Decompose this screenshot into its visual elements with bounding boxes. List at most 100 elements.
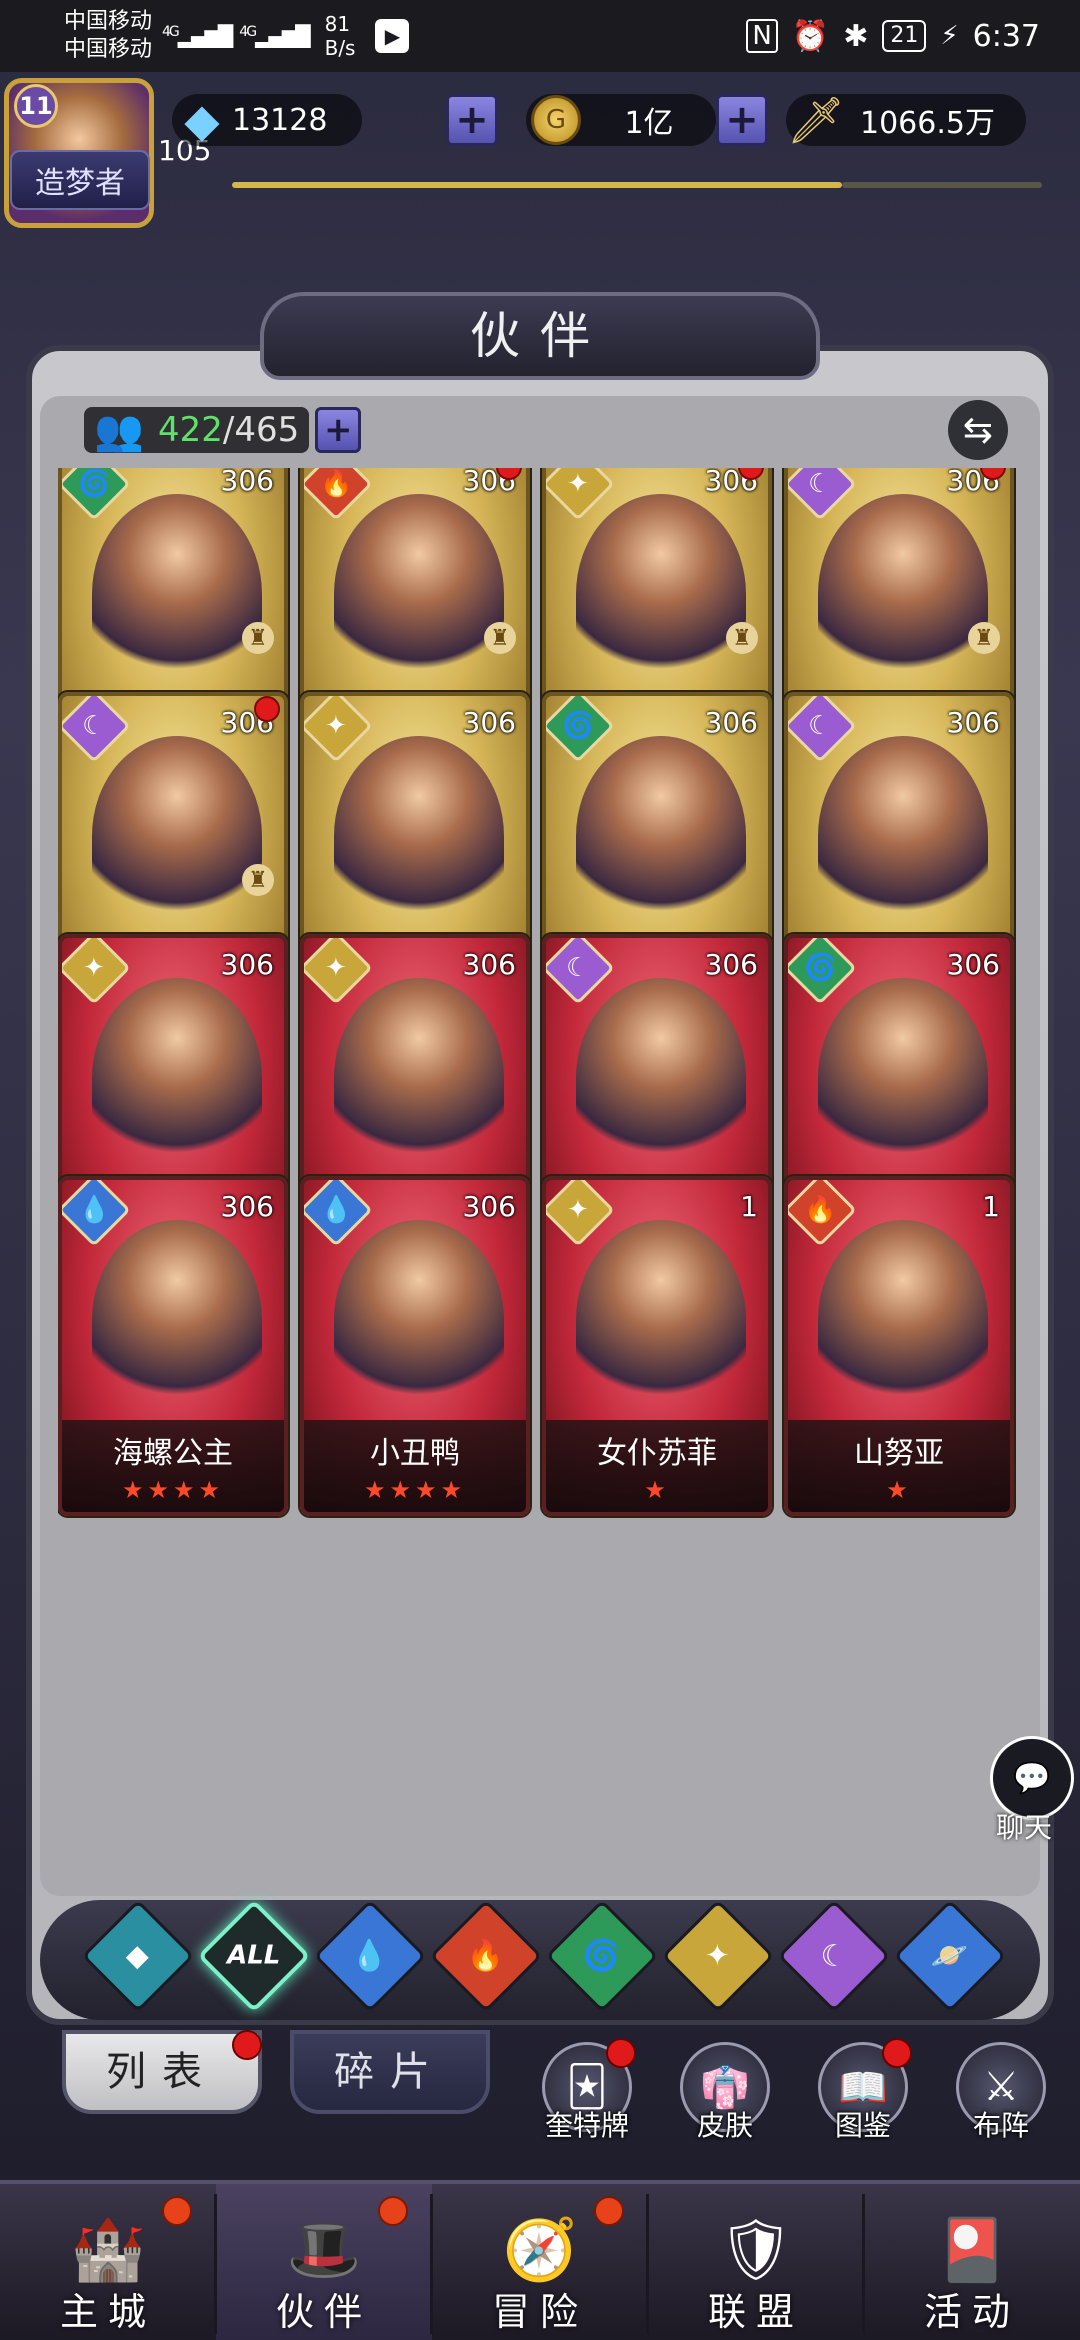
nav-tab[interactable]: 🧭 冒险 xyxy=(432,2184,648,2340)
formation-rook-icon: ♜ xyxy=(242,622,274,654)
quick-action-button[interactable]: ⚔ 布阵 xyxy=(946,2042,1056,2152)
exp-bar-fill xyxy=(232,182,842,188)
diamond-count: 13128 xyxy=(232,102,328,138)
fire-icon: 🔥 xyxy=(304,468,373,521)
expand-capacity-button[interactable]: + xyxy=(315,407,362,453)
filter-water-icon[interactable]: 💧 xyxy=(313,1899,427,2013)
wind-icon: 🌀 xyxy=(62,468,131,521)
filter-moon-icon[interactable]: ☾ xyxy=(777,1899,891,2013)
light-icon: ✦ xyxy=(705,1938,731,1974)
filter-light-icon[interactable]: ✦ xyxy=(661,1899,775,2013)
hero-level: 306 xyxy=(462,948,516,981)
net-speed: 81 B/s xyxy=(325,12,356,60)
bluetooth-icon: ✱ xyxy=(843,18,869,54)
notify-dot xyxy=(882,2038,912,2068)
hero-portrait xyxy=(334,1220,504,1420)
nfc-icon: N xyxy=(746,19,778,53)
quick-action-label: 奎特牌 xyxy=(544,2109,629,2142)
chat-label[interactable]: 聊天 xyxy=(996,1806,1052,1846)
diamond-icon: ◆ xyxy=(184,93,220,147)
nav-label: 冒险 xyxy=(491,2290,588,2334)
partners-icon: 👥 xyxy=(94,407,144,454)
hero-portrait xyxy=(818,736,988,936)
filter-planet-icon[interactable]: 🪐 xyxy=(893,1899,1007,2013)
nav-label: 活动 xyxy=(923,2290,1020,2334)
filter-all-label: ALL xyxy=(227,1940,281,1971)
notify-dot xyxy=(606,2038,636,2068)
diamond-resource: 13128 ◆ xyxy=(172,90,362,150)
light-icon: ✦ xyxy=(62,938,131,1005)
carrier-1: 中国移动 xyxy=(64,9,153,34)
filter-shield-icon[interactable]: ◆ xyxy=(81,1899,195,2013)
battery-icon: 21 xyxy=(882,20,927,52)
hero-level: 306 xyxy=(946,948,1000,981)
hero-card[interactable]: ✦ 1 女仆苏菲 ★ xyxy=(542,1176,772,1516)
hero-level: 306 xyxy=(946,706,1000,739)
hero-card[interactable]: 💧 306 小丑鸭 ★★★★ xyxy=(300,1176,530,1516)
element-filter-bar: ◆ ALL 💧 🔥 🌀 ✦ ☾ 🪐 xyxy=(40,1899,1040,2020)
hero-card[interactable]: 🔥 1 山努亚 ★ xyxy=(784,1176,1014,1516)
nav-tab[interactable]: 🎩 伙伴 xyxy=(216,2184,432,2340)
hero-level: 1 xyxy=(740,1190,758,1223)
nav-tab[interactable]: 🏰 主城 xyxy=(0,2184,216,2340)
video-app-icon: ▶ xyxy=(375,19,410,53)
hero-level: 1 xyxy=(982,1190,1000,1223)
light-icon: ✦ xyxy=(304,696,373,763)
status-right: N ⏰ ✱ 21 ⚡ 6:37 xyxy=(746,19,1040,54)
hero-card[interactable]: 💧 306 海螺公主 ★★★★ xyxy=(58,1176,288,1516)
nav-tab[interactable]: 🎴 活动 xyxy=(864,2184,1080,2340)
exp-bar-track xyxy=(842,182,1042,188)
hero-name: 山努亚 xyxy=(854,1436,944,1471)
top-bar: 11 105 13128 ◆ + 1亿 G + 1066.5万 🗡 xyxy=(0,72,1080,228)
hero-stars: ★ xyxy=(644,1476,670,1504)
hero-level: 306 xyxy=(220,468,274,497)
nav-label: 主城 xyxy=(59,2290,156,2334)
alarm-icon: ⏰ xyxy=(791,18,830,54)
carrier-block: 中国移动 中国移动 xyxy=(64,8,154,64)
add-gold-button[interactable]: + xyxy=(716,94,768,146)
formation-rook-icon: ♜ xyxy=(968,622,1000,654)
hero-level: 306 xyxy=(704,948,758,981)
gold-coin-icon: G xyxy=(526,92,586,148)
hero-namebar: 海螺公主 ★★★★ xyxy=(62,1420,284,1512)
status-bar: 中国移动 中国移动 4G▂▄▆█ 4G▂▄▆█ 81 B/s ▶ N ⏰ ✱ 2… xyxy=(0,0,1080,72)
partner-count: 422/465 👥 + xyxy=(84,402,362,458)
moon-icon: ☾ xyxy=(62,696,131,763)
hero-name: 海螺公主 xyxy=(113,1436,233,1471)
signal-icon-1: 4G▂▄▆█ xyxy=(162,24,233,48)
hero-name: 小丑鸭 xyxy=(370,1436,460,1471)
owned-count: 422 xyxy=(158,410,223,450)
moon-icon: ☾ xyxy=(820,1938,848,1974)
hero-level: 306 xyxy=(462,1190,516,1223)
hero-portrait xyxy=(818,978,988,1178)
hero-namebar: 小丑鸭 ★★★★ xyxy=(304,1420,526,1512)
player-title-badge[interactable]: 造梦者 xyxy=(10,150,150,210)
nav-tab[interactable]: 🛡 联盟 xyxy=(648,2184,864,2340)
moon-icon: ☾ xyxy=(546,938,615,1005)
filter-wind-icon[interactable]: 🌀 xyxy=(545,1899,659,2013)
sort-swap-button[interactable]: ⇆ xyxy=(948,400,1008,460)
shield-icon: ◆ xyxy=(126,1938,150,1974)
hero-portrait xyxy=(92,736,262,936)
tab-fragments[interactable]: 碎片 xyxy=(290,2030,490,2114)
player-level-badge: 11 xyxy=(14,84,58,128)
hero-portrait xyxy=(818,494,988,694)
hero-portrait xyxy=(576,494,746,694)
filter-all-button[interactable]: ALL xyxy=(197,1899,311,2013)
quick-action-button[interactable]: 👘 皮肤 xyxy=(670,2042,780,2152)
gold-count: 1亿 xyxy=(624,106,674,141)
quick-action-button[interactable]: 📖 图鉴 xyxy=(808,2038,918,2152)
nav-divider xyxy=(862,2194,865,2334)
formation-rook-icon: ♜ xyxy=(726,622,758,654)
add-diamond-button[interactable]: + xyxy=(446,94,498,146)
net-speed-unit: B/s xyxy=(324,36,356,60)
panel-title: 伙伴 xyxy=(260,292,820,380)
hero-portrait xyxy=(576,978,746,1178)
quick-action-label: 布阵 xyxy=(972,2109,1029,2142)
formation-rook-icon: ♜ xyxy=(484,622,516,654)
hero-portrait xyxy=(818,1220,988,1420)
notify-dot xyxy=(254,696,280,722)
filter-fire-icon[interactable]: 🔥 xyxy=(429,1899,543,2013)
quick-action-button[interactable]: 🃏 奎特牌 xyxy=(532,2038,642,2152)
hero-portrait xyxy=(334,736,504,936)
